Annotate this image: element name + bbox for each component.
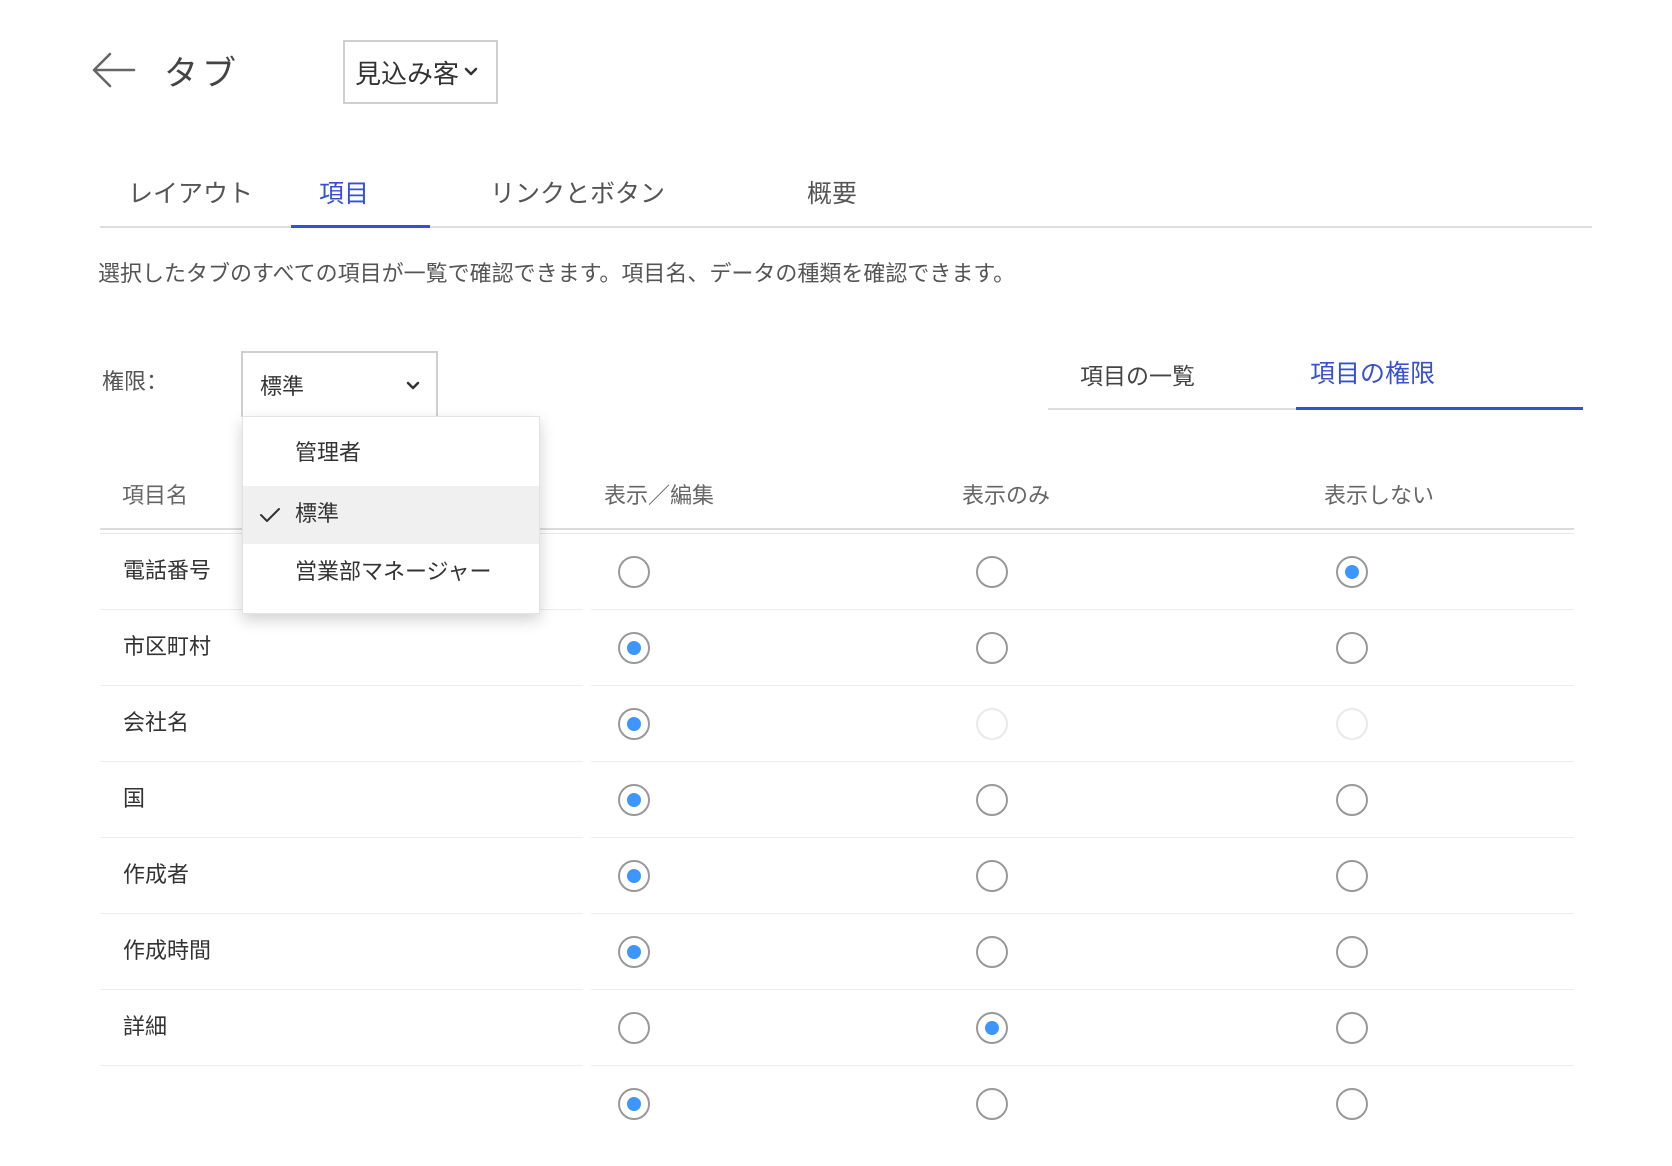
column-header-view-edit: 表示／編集	[604, 484, 715, 509]
chevron-down-icon	[464, 67, 478, 76]
radio-hidden[interactable]	[1336, 936, 1368, 968]
radio-view-only[interactable]	[976, 1088, 1008, 1120]
table-row: 市区町村	[100, 610, 1574, 686]
field-name: 会社名	[123, 711, 190, 736]
field-name: 国	[123, 787, 146, 812]
radio-hidden	[1336, 708, 1368, 740]
radio-view-edit[interactable]	[618, 936, 650, 968]
permission-label: 権限：	[102, 370, 169, 395]
radio-view-only[interactable]	[976, 1012, 1008, 1044]
radio-view-edit[interactable]	[618, 556, 650, 588]
tab-fields[interactable]: 項目	[319, 174, 369, 210]
radio-hidden[interactable]	[1336, 1088, 1368, 1120]
page-title: タブ	[164, 54, 240, 94]
field-name: 市区町村	[123, 635, 212, 660]
check-icon	[260, 508, 280, 522]
page-description: 選択したタブのすべての項目が一覧で確認できます。項目名、データの種類を確認できま…	[98, 262, 1016, 287]
table-row: 会社名	[100, 686, 1574, 762]
column-header-field-name: 項目名	[122, 484, 189, 509]
subtab-divider	[1048, 408, 1296, 410]
table-row: 作成時間	[100, 914, 1574, 990]
field-name: 詳細	[123, 1015, 168, 1040]
field-name: 作成時間	[123, 939, 212, 964]
tab-links-buttons[interactable]: リンクとボタン	[490, 174, 665, 210]
subtab-field-permissions[interactable]: 項目の権限	[1310, 354, 1435, 390]
permission-option-label: 管理者	[295, 441, 362, 466]
radio-hidden[interactable]	[1336, 784, 1368, 816]
radio-view-only	[976, 708, 1008, 740]
field-name: 作成者	[123, 863, 190, 888]
radio-hidden[interactable]	[1336, 556, 1368, 588]
back-arrow-icon[interactable]	[90, 50, 138, 90]
permission-option-label: 営業部マネージャー	[295, 560, 492, 585]
permission-option-label: 標準	[295, 502, 340, 527]
active-tab-indicator	[291, 225, 430, 228]
radio-view-edit[interactable]	[618, 860, 650, 892]
table-row: 作成者	[100, 838, 1574, 914]
radio-view-only[interactable]	[976, 784, 1008, 816]
permission-option-standard[interactable]: 標準	[243, 486, 539, 544]
table-row: 詳細	[100, 990, 1574, 1066]
radio-view-edit[interactable]	[618, 784, 650, 816]
permission-option-admin[interactable]: 管理者	[243, 425, 539, 483]
tab-layout[interactable]: レイアウト	[128, 174, 253, 210]
permission-dropdown-menu: 管理者 標準 営業部マネージャー	[242, 416, 540, 614]
chevron-down-icon	[406, 381, 420, 390]
subtab-field-list[interactable]: 項目の一覧	[1080, 357, 1195, 391]
object-select-value: 見込み客	[355, 59, 460, 90]
radio-view-only[interactable]	[976, 936, 1008, 968]
column-header-hidden: 表示しない	[1324, 484, 1435, 509]
radio-view-edit[interactable]	[618, 1012, 650, 1044]
radio-view-edit[interactable]	[618, 1088, 650, 1120]
radio-hidden[interactable]	[1336, 632, 1368, 664]
radio-hidden[interactable]	[1336, 860, 1368, 892]
radio-hidden[interactable]	[1336, 1012, 1368, 1044]
permission-select-value: 標準	[260, 375, 305, 400]
table-row	[100, 1066, 1574, 1142]
radio-view-edit[interactable]	[618, 708, 650, 740]
table-row: 国	[100, 762, 1574, 838]
radio-view-only[interactable]	[976, 632, 1008, 664]
radio-view-only[interactable]	[976, 556, 1008, 588]
radio-view-edit[interactable]	[618, 632, 650, 664]
field-name: 電話番号	[123, 559, 212, 584]
permission-option-sales-manager[interactable]: 営業部マネージャー	[243, 544, 539, 602]
tab-overview[interactable]: 概要	[807, 174, 857, 210]
column-header-view-only: 表示のみ	[962, 484, 1051, 509]
object-select[interactable]: 見込み客	[343, 40, 498, 104]
permission-select[interactable]: 標準	[241, 351, 438, 417]
active-subtab-indicator	[1296, 407, 1583, 410]
radio-view-only[interactable]	[976, 860, 1008, 892]
